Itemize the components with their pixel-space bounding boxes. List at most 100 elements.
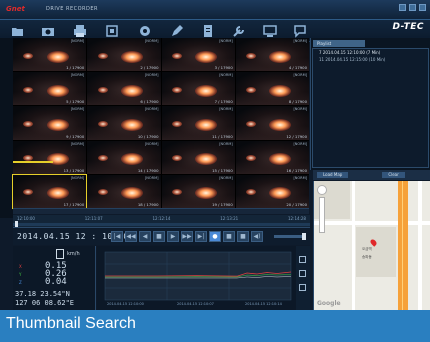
headlight-glow	[97, 121, 108, 127]
timeline-mark: 12:10:00	[17, 216, 35, 221]
thumbnail[interactable]: [NORM] 18 / 17900	[87, 174, 161, 208]
thumbnail[interactable]: [NORM] 13 / 17900	[13, 140, 87, 174]
headlight-glow	[120, 50, 143, 63]
document-icon[interactable]	[200, 23, 216, 39]
maximize-button[interactable]	[409, 4, 416, 11]
skip-start-button[interactable]: |◀	[111, 231, 123, 242]
thumbnail[interactable]: [NORM] 20 / 17900	[235, 174, 309, 208]
thumbnail-mode: [NORM]	[293, 141, 307, 146]
thumbnail[interactable]: [NORM] 15 / 17900	[161, 140, 235, 174]
graph-toggle-x[interactable]	[299, 256, 306, 263]
volume-knob[interactable]	[302, 233, 306, 240]
print-icon[interactable]	[72, 23, 88, 39]
thumbnail-count: 18 / 17900	[137, 202, 159, 207]
brand-name: Gnet	[6, 5, 25, 13]
thumbnail[interactable]: [NORM] 4 / 17900	[235, 38, 309, 72]
graph-side-controls	[296, 246, 310, 310]
thumbnail-mode: [NORM]	[144, 73, 159, 78]
graph-toggle-y[interactable]	[299, 270, 306, 277]
thumbnail[interactable]: [NORM] 11 / 17900	[161, 106, 235, 140]
volume-slider[interactable]	[274, 233, 306, 240]
headlight-glow	[120, 119, 143, 131]
headlight-glow	[46, 50, 69, 63]
headlight-glow	[269, 50, 292, 63]
minimize-button[interactable]	[399, 4, 406, 11]
timeline-track[interactable]	[13, 223, 310, 226]
load-map-button[interactable]: Load Map	[317, 172, 349, 178]
skip-end-button[interactable]: ▶|	[195, 231, 207, 242]
thumbnail[interactable]: [NORM] 2 / 17900	[87, 38, 161, 72]
playlist-tab[interactable]: Playlist	[313, 40, 365, 47]
edit-icon[interactable]	[169, 23, 185, 39]
step-back-button[interactable]: ◀	[139, 231, 151, 242]
thumbnail-count: 10 / 17900	[137, 133, 159, 139]
thumbnail[interactable]: [NORM] 19 / 17900	[161, 174, 235, 208]
thumbnail[interactable]: [NORM] 16 / 17900	[235, 140, 309, 174]
stop-button[interactable]: ■	[153, 231, 165, 242]
latitude: 37.18 23.54"N	[15, 290, 70, 298]
volume-icon[interactable]: ◀)	[251, 231, 263, 242]
playlist-item[interactable]: 11 2014.04.15 12:15:00 (10 Min)	[313, 56, 428, 63]
left-strip	[0, 38, 13, 218]
map-pan-control[interactable]	[317, 185, 327, 195]
thumbnail[interactable]: [NORM] 17 / 17900	[11, 173, 88, 210]
camera-icon[interactable]	[40, 23, 56, 39]
thumbnail[interactable]: [NORM] 10 / 17900	[87, 106, 161, 140]
headlight-glow	[246, 86, 256, 93]
thumbnail[interactable]: [NORM] 14 / 17900	[87, 140, 161, 174]
timeline-bar[interactable]: 12:10:00 12:11:07 12:12:14 12:13:21 12:1…	[13, 215, 310, 228]
thumbnail-count: 14 / 17900	[137, 167, 159, 173]
thumbnail[interactable]: [NORM] 12 / 17900	[235, 106, 309, 140]
company-logo: D-TEC	[392, 22, 424, 32]
graph-canvas	[104, 251, 292, 301]
thumbnail-scrollbar[interactable]	[13, 208, 309, 214]
thumbnail-count: 13 / 17900	[63, 167, 85, 173]
headlight-glow	[120, 84, 143, 97]
mode-button[interactable]: ■	[223, 231, 235, 242]
folder-open-icon[interactable]	[10, 23, 26, 39]
thumbnail-mode: [NORM]	[70, 141, 85, 146]
map-road	[314, 221, 430, 225]
thumbnail-mode: [NORM]	[293, 39, 307, 43]
thumbnail[interactable]: [NORM] 1 / 17900	[13, 38, 87, 72]
headlight-glow	[171, 86, 182, 93]
map-zoom-slider[interactable]	[319, 197, 325, 233]
g-sensor-graph[interactable]: 2014.04.15 12:10:00 2014.04.15 12:10:07 …	[97, 246, 296, 310]
timeline-handle[interactable]	[15, 221, 18, 227]
wrench-icon[interactable]	[231, 23, 247, 39]
thumbnail[interactable]: [NORM] 9 / 17900	[13, 106, 87, 140]
g-value-z: 0.04	[45, 277, 67, 287]
thumbnail-count: 15 / 17900	[212, 167, 233, 173]
record-button[interactable]: ●	[209, 231, 221, 242]
clear-button[interactable]: Clear	[382, 172, 405, 178]
playlist-item[interactable]: 7 2014.04.15 12:10:00 (7 Min)	[313, 49, 428, 56]
headlight-glow	[46, 119, 69, 131]
headlight-glow	[171, 52, 182, 59]
snapshot-icon[interactable]	[104, 23, 120, 39]
map-view[interactable]: 오금역 송파동 Google	[313, 181, 430, 310]
thumbnail[interactable]: [NORM] 5 / 17900	[13, 72, 87, 106]
graph-toggle-z[interactable]	[299, 284, 306, 291]
thumbnail-count: 17 / 17900	[63, 202, 85, 207]
thumbnail[interactable]: [NORM] 6 / 17900	[87, 72, 161, 106]
thumbnail-count: 19 / 17900	[212, 202, 233, 207]
thumbnail[interactable]: [NORM] 3 / 17900	[161, 38, 235, 72]
thumbnail[interactable]: [NORM] 7 / 17900	[161, 72, 235, 106]
settings-icon[interactable]	[137, 23, 153, 39]
headlight-glow	[269, 84, 292, 97]
thumbnail-count: 12 / 17900	[286, 133, 307, 139]
play-button[interactable]: ▶	[167, 231, 179, 242]
close-button[interactable]	[419, 4, 426, 11]
map-toolbar: Load Map Clear	[313, 170, 430, 180]
rewind-button[interactable]: ◀◀	[125, 231, 137, 242]
monitor-icon[interactable]	[262, 23, 278, 39]
thumbnail-count: 5 / 17900	[66, 99, 85, 105]
fast-forward-button[interactable]: ▶▶	[181, 231, 193, 242]
thumbnail[interactable]: [NORM] 8 / 17900	[235, 72, 309, 106]
gps-panel: km/h X 0.15 Y 0.26 Z 0.04 37.18 23.54"N …	[13, 246, 96, 310]
thumbnail-count: 16 / 17900	[286, 167, 307, 173]
mode-button[interactable]: ■	[237, 231, 249, 242]
thumbnail-grid: [NORM] 1 / 17900 [NORM] 2 / 17900 [NORM] 3 / …	[11, 38, 309, 210]
chat-icon[interactable]	[292, 23, 308, 39]
thumbnail-count: 2 / 17900	[140, 65, 159, 71]
